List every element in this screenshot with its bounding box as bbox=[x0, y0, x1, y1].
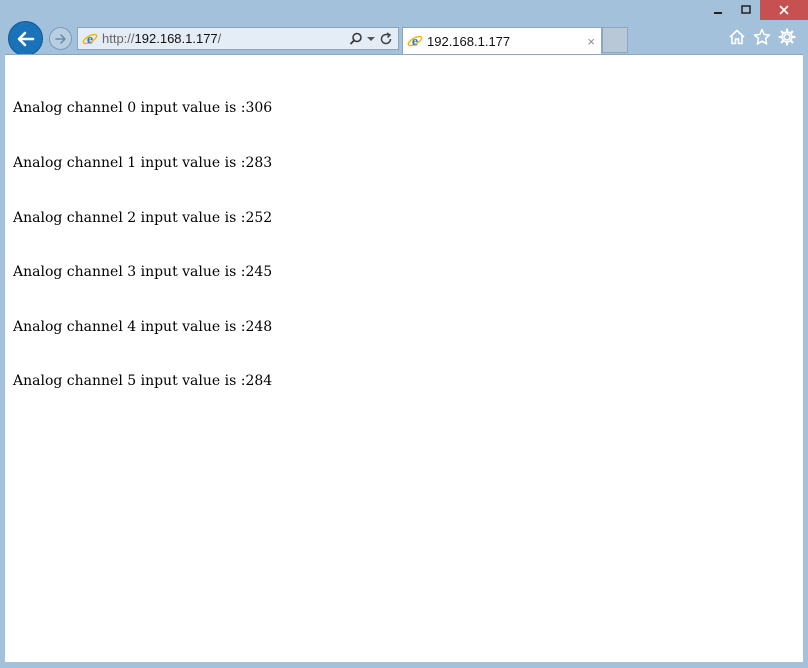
address-url[interactable]: http://192.168.1.177/ bbox=[102, 31, 349, 46]
browser-window: e http://192.168.1.177/ e 192.168.1.177 … bbox=[0, 0, 808, 668]
url-path: / bbox=[217, 31, 222, 46]
channel-reading-line: Analog channel 5 input value is :284 bbox=[13, 373, 273, 390]
star-icon bbox=[753, 28, 771, 45]
close-window-button[interactable] bbox=[760, 0, 808, 20]
minimize-icon bbox=[714, 12, 722, 14]
forward-arrow-icon bbox=[54, 33, 66, 44]
gear-icon bbox=[778, 28, 796, 46]
home-icon bbox=[729, 29, 745, 45]
svg-text:e: e bbox=[412, 35, 418, 50]
maximize-icon bbox=[741, 5, 751, 14]
chevron-down-icon[interactable] bbox=[367, 36, 375, 42]
channel-reading-line: Analog channel 3 input value is :245 bbox=[13, 264, 273, 281]
channel-readings: Analog channel 0 input value is :306 Ana… bbox=[13, 63, 272, 427]
address-tools bbox=[349, 31, 393, 46]
tools-button[interactable] bbox=[778, 28, 796, 46]
new-tab-button[interactable] bbox=[602, 27, 628, 53]
channel-reading-line: Analog channel 0 input value is :306 bbox=[13, 100, 273, 117]
forward-button[interactable] bbox=[49, 27, 72, 50]
address-bar[interactable]: e http://192.168.1.177/ bbox=[77, 27, 399, 50]
maximize-button[interactable] bbox=[732, 0, 760, 20]
url-host: 192.168.1.177 bbox=[134, 31, 218, 46]
home-button[interactable] bbox=[728, 28, 746, 46]
url-scheme: http:// bbox=[102, 31, 135, 46]
favorites-button[interactable] bbox=[753, 28, 771, 46]
close-icon bbox=[779, 5, 789, 15]
channel-reading-line: Analog channel 4 input value is :248 bbox=[13, 318, 273, 335]
back-arrow-icon bbox=[17, 31, 34, 46]
tab-close-button[interactable]: × bbox=[587, 34, 595, 49]
tab-title: 192.168.1.177 bbox=[427, 33, 511, 49]
channel-reading-line: Analog channel 2 input value is :252 bbox=[13, 209, 273, 226]
browser-toolbar bbox=[728, 28, 796, 46]
page-content: Analog channel 0 input value is :306 Ana… bbox=[5, 54, 803, 662]
refresh-icon[interactable] bbox=[379, 31, 393, 46]
ie-logo-icon: e bbox=[82, 32, 98, 47]
tab-ie-logo-icon: e bbox=[407, 35, 423, 50]
search-icon[interactable] bbox=[349, 32, 363, 46]
channel-reading-line: Analog channel 1 input value is :283 bbox=[13, 155, 273, 172]
tab-active[interactable]: e 192.168.1.177 × bbox=[402, 27, 602, 54]
minimize-button[interactable] bbox=[704, 0, 732, 20]
svg-text:e: e bbox=[87, 32, 93, 47]
window-controls bbox=[704, 0, 808, 20]
back-button[interactable] bbox=[8, 21, 43, 56]
